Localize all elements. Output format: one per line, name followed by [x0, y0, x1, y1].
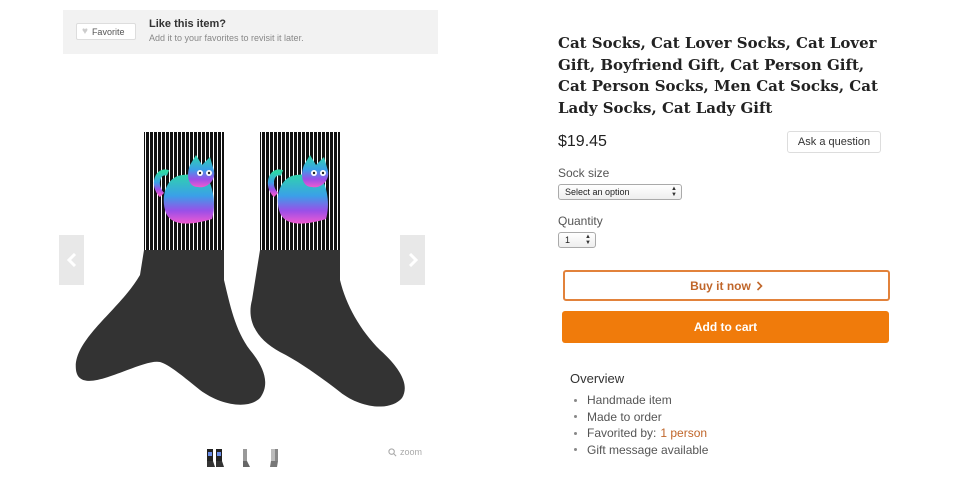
sock-size-select[interactable]: Select an option ▲ ▼: [558, 184, 682, 200]
favorite-banner: ♥ Favorite Like this item? Add it to you…: [63, 10, 438, 54]
next-image-button[interactable]: [400, 235, 425, 285]
quantity-select[interactable]: 1 ▲ ▼: [558, 232, 596, 248]
bullet-icon: [574, 431, 577, 435]
select-arrows-icon: ▲ ▼: [671, 186, 677, 198]
bullet-icon: [574, 398, 577, 402]
list-item: Made to order: [574, 409, 708, 426]
zoom-label: zoom: [400, 447, 423, 457]
list-item: Gift message available: [574, 442, 708, 459]
left-sock: [75, 118, 266, 405]
product-title: Cat Socks, Cat Lover Socks, Cat Lover Gi…: [558, 34, 878, 117]
thumbnail-1[interactable]: [205, 447, 225, 469]
buy-it-now-button[interactable]: Buy it now: [563, 270, 890, 301]
select-arrows-icon: ▲ ▼: [585, 234, 591, 246]
search-icon: [388, 447, 397, 456]
list-item: Handmade item: [574, 392, 708, 409]
bullet-icon: [574, 415, 577, 419]
favorited-by-link[interactable]: 1 person: [660, 425, 707, 442]
product-price: $19.45: [558, 133, 607, 150]
sock-size-label: Sock size: [558, 166, 610, 180]
ask-question-button[interactable]: Ask a question: [787, 131, 881, 153]
thumbnail-strip: [205, 447, 285, 469]
bullet-icon: [574, 448, 577, 452]
buy-it-now-label: Buy it now: [690, 278, 751, 293]
quantity-label: Quantity: [558, 214, 603, 228]
heart-icon: ♥: [82, 25, 88, 37]
overview-list: Handmade item Made to order Favorited by…: [574, 392, 708, 458]
chevron-left-icon: [66, 253, 76, 267]
favorite-button[interactable]: ♥ Favorite: [76, 23, 136, 40]
zoom-button[interactable]: zoom: [388, 447, 422, 457]
favorite-prompt-title: Like this item?: [149, 18, 227, 30]
favorite-prompt-subtitle: Add it to your favorites to revisit it l…: [149, 33, 304, 43]
chevron-right-icon: [408, 253, 418, 267]
right-sock: [250, 118, 405, 407]
sock-size-value: Select an option: [565, 187, 630, 197]
overview-title: Overview: [570, 371, 625, 386]
product-image[interactable]: [60, 100, 425, 420]
favorite-button-label: Favorite: [91, 26, 125, 37]
quantity-value: 1: [565, 235, 571, 245]
thumbnail-2[interactable]: [235, 447, 255, 469]
add-to-cart-button[interactable]: Add to cart: [562, 311, 889, 343]
list-item: Favorited by: 1 person: [574, 425, 708, 442]
previous-image-button[interactable]: [59, 235, 84, 285]
thumbnail-3[interactable]: [265, 447, 285, 469]
chevron-right-icon: [756, 280, 763, 291]
